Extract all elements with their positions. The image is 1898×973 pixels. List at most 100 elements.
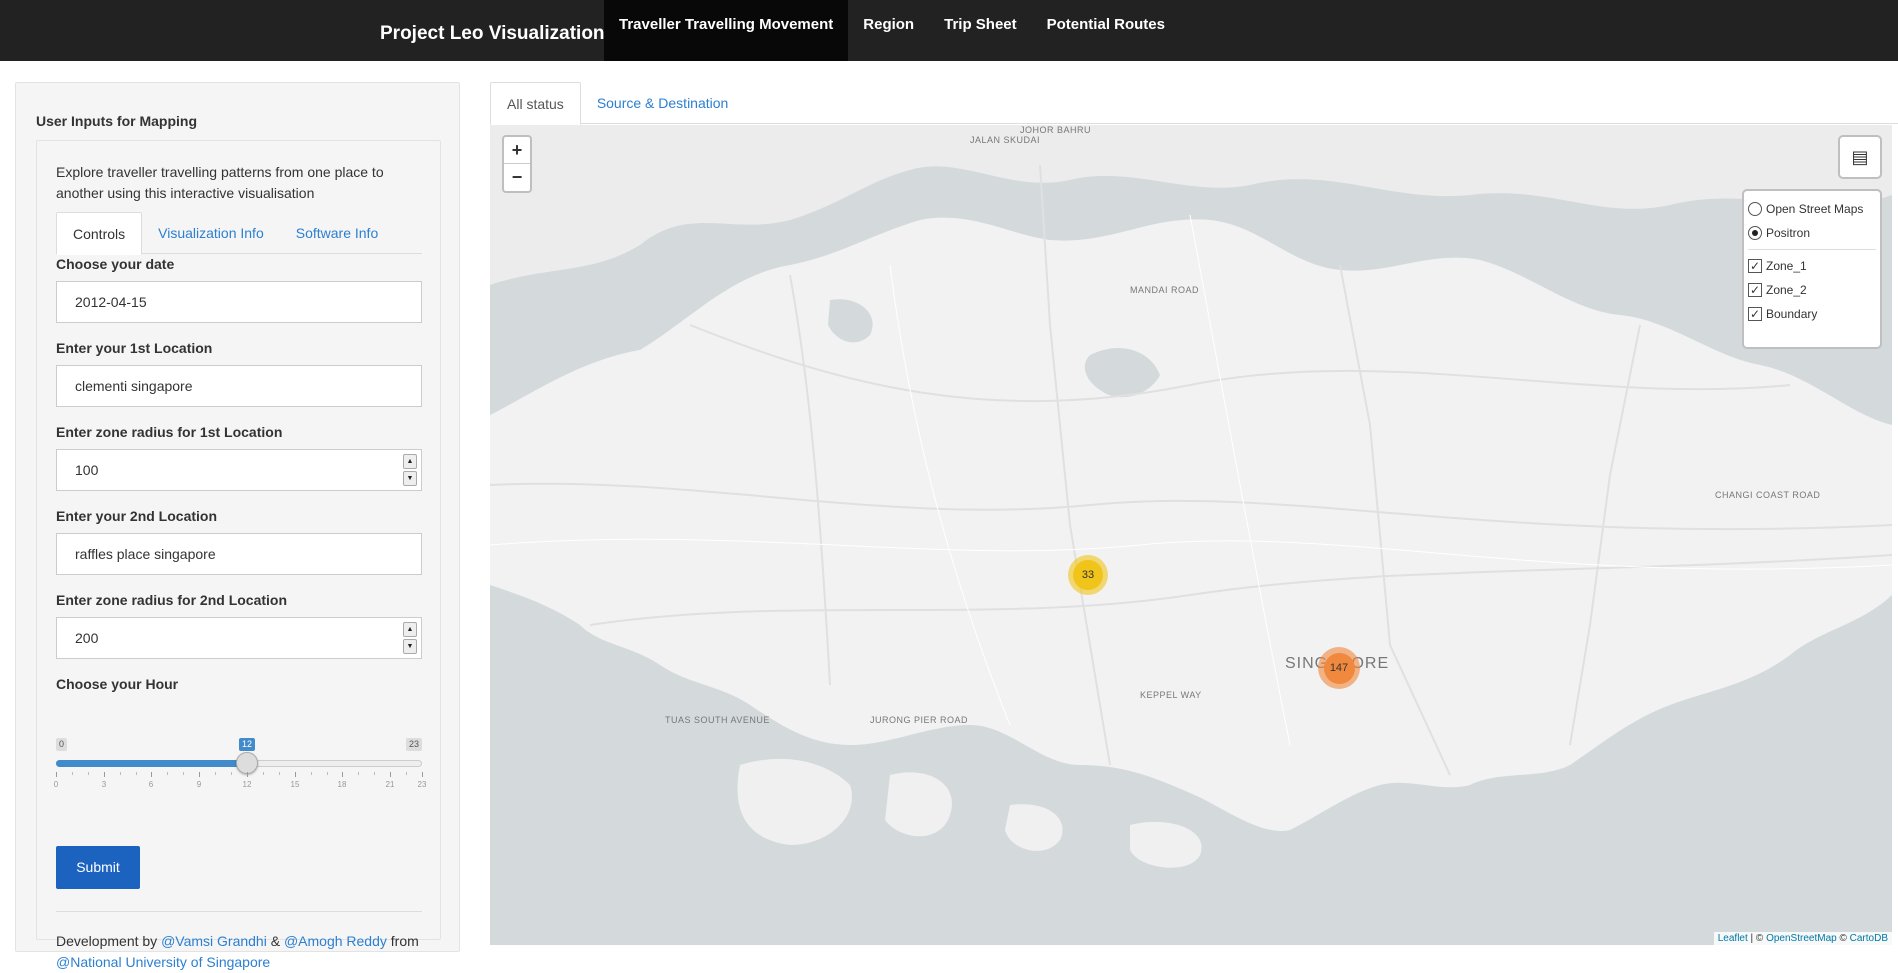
hour-label: Choose your Hour [56,676,179,692]
author1-link[interactable]: @Vamsi Grandhi [161,933,267,949]
radio-icon[interactable] [1748,226,1762,240]
map-label-jurong-pier-road: JURONG PIER ROAD [870,715,969,725]
base-layer-osm[interactable]: Open Street Maps [1748,197,1876,221]
sidebar-panel: User Inputs for Mapping Explore travelle… [15,82,460,970]
radius2-label: Enter zone radius for 2nd Location [56,592,288,608]
increment-icon[interactable]: ▲ [403,622,417,637]
tab-software-info[interactable]: Software Info [280,212,395,254]
leaflet-link[interactable]: Leaflet [1718,933,1748,944]
zoom-in-button[interactable]: + [504,137,530,164]
overlay-zone2[interactable]: ✓ Zone_2 [1748,278,1876,302]
base-layer-positron[interactable]: Positron [1748,221,1876,245]
slider-tick [358,772,359,775]
map-view[interactable]: JOHOR BAHRU SINGAPORE MANDAI ROAD KEPPEL… [490,125,1892,945]
zoom-out-button[interactable]: − [504,164,530,191]
date-input[interactable]: 2012-04-15 [56,281,422,323]
slider-tick [327,772,328,775]
credits-prefix: Development by [56,933,162,949]
credits-amp: & [266,933,284,949]
map-label-mandai-road: MANDAI ROAD [1130,285,1200,295]
marker-cluster[interactable]: 33 [1068,555,1108,595]
slider-tick [120,772,121,775]
map-label-changi-coast-road: CHANGI COAST ROAD [1715,490,1821,500]
marker-cluster[interactable]: 147 [1318,647,1360,689]
layers-panel: Open Street Maps Positron ✓ Zone_1 ✓ Zon… [1742,189,1882,349]
slider-tick-label: 15 [290,780,300,789]
radius2-stepper[interactable]: ▲ ▼ [403,622,417,654]
checkbox-icon[interactable]: ✓ [1748,307,1762,321]
layers-toggle-button[interactable]: ▤ [1838,135,1882,179]
divider [1748,249,1876,250]
checkbox-icon[interactable]: ✓ [1748,259,1762,273]
nav-item-potential-routes[interactable]: Potential Routes [1032,0,1180,61]
cluster-count: 33 [1073,560,1103,590]
slider-handle[interactable] [236,752,258,774]
slider-tick [342,772,343,777]
base-layer-label: Open Street Maps [1766,202,1864,216]
slider-tick [56,772,57,777]
map-label-tuas-south-avenue: TUAS SOUTH AVENUE [665,715,770,725]
nav-item-traveller-movement[interactable]: Traveller Travelling Movement [604,0,849,61]
slider-tick [199,772,200,777]
sidebar-title: User Inputs for Mapping [36,113,197,129]
overlay-label: Zone_1 [1766,259,1807,273]
checkbox-icon[interactable]: ✓ [1748,283,1762,297]
slider-max-label: 23 [405,738,422,751]
slider-tick [88,772,89,775]
osm-link[interactable]: OpenStreetMap [1766,933,1837,944]
overlay-label: Zone_2 [1766,283,1807,297]
carto-link[interactable]: CartoDB [1850,933,1888,944]
credits-text: Development by @Vamsi Grandhi & @Amogh R… [56,931,426,973]
submit-button[interactable]: Submit [56,846,140,889]
slider-tick [167,772,168,775]
nav-item-region[interactable]: Region [848,0,929,61]
slider-tick [151,772,152,777]
overlay-zone1[interactable]: ✓ Zone_1 [1748,254,1876,278]
slider-tick [422,772,423,777]
slider-tick [215,772,216,775]
radius1-stepper[interactable]: ▲ ▼ [403,454,417,486]
map-label-keppel-way: KEPPEL WAY [1140,690,1202,700]
controls-well: Explore traveller travelling patterns fr… [36,140,441,970]
radius1-input[interactable]: 100 ▲ ▼ [56,449,422,491]
intro-text: Explore traveller travelling patterns fr… [56,164,384,201]
slider-tick-label: 6 [148,780,154,789]
radius1-value: 100 [75,462,99,478]
slider-tick [263,772,264,775]
map-tiles [490,125,1892,868]
location2-label: Enter your 2nd Location [56,508,218,524]
layers-icon: ▤ [1851,147,1869,167]
nav-item-trip-sheet[interactable]: Trip Sheet [929,0,1032,61]
radius1-label: Enter zone radius for 1st Location [56,424,283,440]
location2-input[interactable]: raffles place singapore [56,533,422,575]
tab-controls[interactable]: Controls [56,212,143,255]
location1-input[interactable]: clementi singapore [56,365,422,407]
zoom-control: + − [502,135,532,193]
radius2-value: 200 [75,630,99,646]
decrement-icon[interactable]: ▼ [403,471,417,486]
slider-tick-label: 18 [337,780,347,789]
credits-from: from [386,933,419,949]
radio-icon[interactable] [1748,202,1762,216]
increment-icon[interactable]: ▲ [403,454,417,469]
hour-slider[interactable]: 0 23 12 0 3 6 9 12 15 18 21 23 [54,738,426,798]
tab-visualization-info[interactable]: Visualization Info [142,212,280,254]
radius2-input[interactable]: 200 ▲ ▼ [56,617,422,659]
tab-all-status[interactable]: All status [490,82,581,125]
slider-tick [390,772,391,777]
tab-source-destination[interactable]: Source & Destination [581,82,745,124]
author2-link[interactable]: @Amogh Reddy [284,933,387,949]
main-tabs: All status Source & Destination [490,82,1898,125]
slider-tick [183,772,184,775]
org-link[interactable]: @National University of Singapore [56,954,270,970]
slider-tick [104,772,105,777]
slider-tick [247,772,248,777]
base-layer-label: Positron [1766,226,1811,240]
app-brand[interactable]: Project Leo Visualization [380,0,605,61]
divider [56,911,422,912]
slider-tick [72,772,73,775]
overlay-boundary[interactable]: ✓ Boundary [1748,302,1876,326]
slider-tick [136,772,137,775]
decrement-icon[interactable]: ▼ [403,639,417,654]
overlay-label: Boundary [1766,307,1818,321]
